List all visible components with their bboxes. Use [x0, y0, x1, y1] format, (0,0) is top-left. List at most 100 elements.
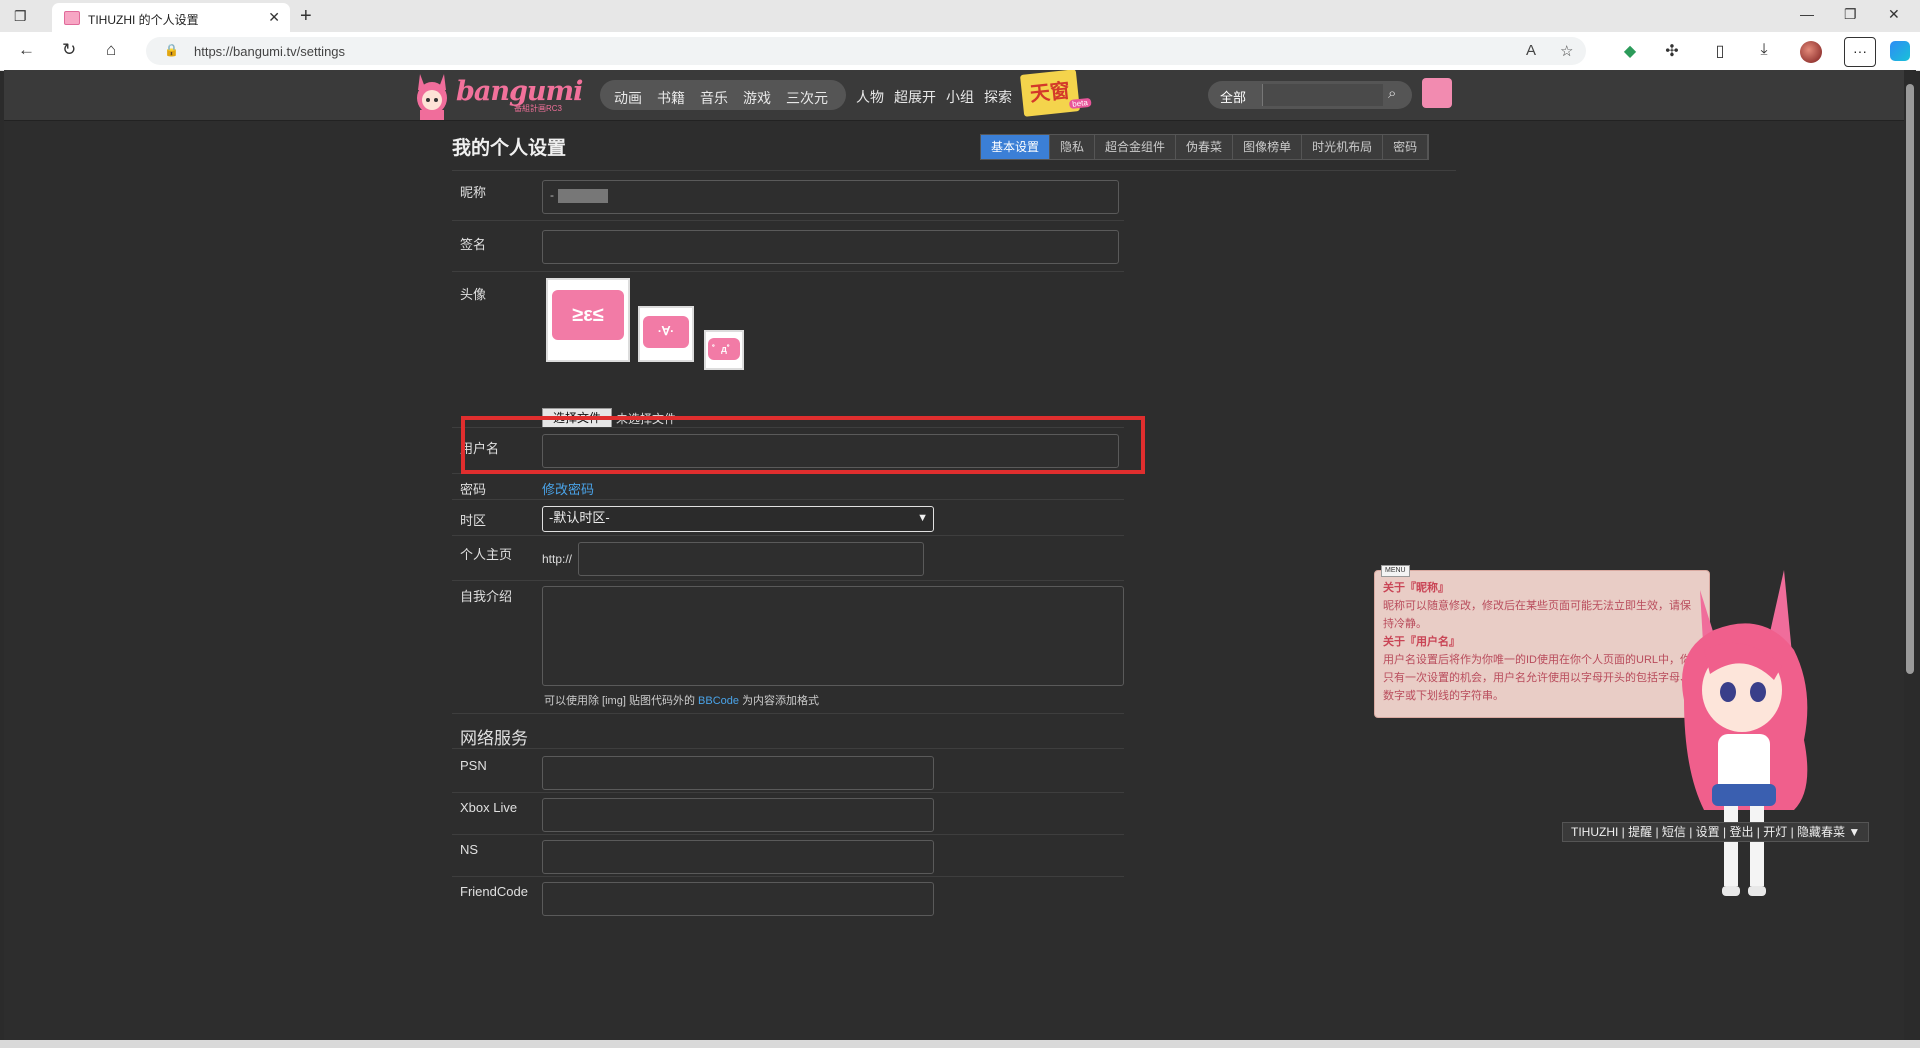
- divider: [452, 876, 1124, 877]
- tianku-badge[interactable]: 天窗 beta: [1019, 70, 1092, 117]
- psn-input[interactable]: [542, 756, 934, 790]
- tab-timeline-layout[interactable]: 时光机布局: [1302, 135, 1384, 159]
- ns-label: NS: [460, 842, 479, 857]
- read-aloud-icon[interactable]: A: [1526, 42, 1536, 59]
- homepage-label: 个人主页: [460, 547, 513, 562]
- back-icon[interactable]: ←: [18, 41, 35, 59]
- minimize-icon[interactable]: —: [1800, 6, 1814, 22]
- divider: [452, 580, 1124, 581]
- balloon-heading-username: 关于『用户名』: [1383, 636, 1460, 648]
- user-bottom-bar[interactable]: TIHUZHI | 提醒 | 短信 | 设置 | 登出 | 开灯 | 隐藏春菜 …: [1562, 822, 1870, 842]
- user-avatar[interactable]: [1422, 78, 1452, 108]
- tab-password[interactable]: 密码: [1383, 135, 1429, 159]
- homepage-prefix: http://: [542, 552, 573, 566]
- tab-privacy[interactable]: 隐私: [1050, 135, 1096, 159]
- nav-category-game[interactable]: 游戏: [743, 88, 771, 108]
- mascot-menu-button[interactable]: MENU: [1381, 565, 1410, 577]
- profile-avatar[interactable]: [1800, 41, 1822, 63]
- url-field[interactable]: 🔒 https://bangumi.tv/settings A ☆: [146, 37, 1586, 65]
- restore-icon[interactable]: ❐: [1844, 6, 1857, 23]
- url-text: https://bangumi.tv/settings: [194, 44, 346, 59]
- new-tab-icon[interactable]: +: [300, 5, 312, 28]
- bbcode-hint: 可以使用除 [img] 贴图代码外的 BBCode 为内容添加格式: [544, 692, 819, 708]
- nav-link-group[interactable]: 小组: [946, 87, 974, 107]
- hint-suffix: 为内容添加格式: [742, 695, 820, 707]
- friendcode-input[interactable]: [542, 882, 934, 916]
- change-password-link[interactable]: 修改密码: [542, 479, 594, 498]
- friendcode-label: FriendCode: [460, 884, 528, 899]
- address-bar: ← ↻ ⌂ 🔒 https://bangumi.tv/settings A ☆ …: [0, 32, 1920, 71]
- nav-link-person[interactable]: 人物: [856, 87, 884, 107]
- search-input[interactable]: [1262, 84, 1383, 106]
- search-category[interactable]: 全部: [1220, 87, 1246, 106]
- divider: [452, 170, 1456, 171]
- bangumi-favicon-icon: [64, 11, 80, 25]
- site-header: bangumi 番組計画RC3 动画 书籍 音乐 游戏 三次元 人物 超展开 小…: [4, 70, 1904, 121]
- status-strip: [0, 1040, 1920, 1048]
- nickname-value: -: [550, 188, 608, 203]
- bangumi-mascot-logo-icon[interactable]: [412, 72, 452, 120]
- sign-input[interactable]: [542, 230, 1119, 264]
- divider: [452, 792, 1124, 793]
- nav-link-rakuen[interactable]: 超展开: [894, 87, 936, 107]
- xbox-label: Xbox Live: [460, 800, 518, 815]
- window-close-icon[interactable]: ✕: [1888, 6, 1900, 23]
- browser-tab-bar: ❐ TIHUZHI 的个人设置 ✕ + — ❐ ✕: [0, 0, 1920, 32]
- balloon-heading-nickname: 关于『昵称』: [1383, 582, 1449, 594]
- search-icon[interactable]: ⌕: [1388, 85, 1396, 102]
- refresh-icon[interactable]: ↻: [62, 41, 76, 59]
- more-menu-icon[interactable]: ···: [1844, 37, 1876, 67]
- tab-close-icon[interactable]: ✕: [268, 9, 280, 26]
- password-label: 密码: [460, 482, 487, 497]
- divider: [452, 271, 1124, 272]
- avatar-medium: ·∀·: [638, 306, 694, 362]
- ukagaka-mascot-icon[interactable]: [1674, 570, 1844, 900]
- tab-title: TIHUZHI 的个人设置: [88, 13, 199, 27]
- network-section-title: 网络服务: [460, 729, 528, 748]
- lock-icon[interactable]: 🔒: [164, 43, 179, 57]
- workspaces-icon[interactable]: ❐: [14, 8, 30, 24]
- nickname-redacted: [558, 188, 608, 203]
- xbox-input[interactable]: [542, 798, 934, 832]
- divider: [452, 713, 1124, 714]
- search-box: 全部 ⌕: [1208, 81, 1412, 109]
- page-content: bangumi 番組計画RC3 动画 书籍 音乐 游戏 三次元 人物 超展开 小…: [4, 70, 1904, 1040]
- scrollbar[interactable]: [1904, 70, 1916, 1040]
- avatar-label: 头像: [460, 287, 487, 302]
- intro-textarea[interactable]: [542, 586, 1124, 686]
- divider: [452, 535, 1124, 536]
- balloon-text: 关于『昵称』 昵称可以随意修改，修改后在某些页面可能无法立即生效，请保持冷静。 …: [1383, 579, 1701, 705]
- ns-input[interactable]: [542, 840, 934, 874]
- psn-label: PSN: [460, 758, 487, 773]
- download-icon[interactable]: ⤓: [1754, 41, 1774, 59]
- copilot-icon[interactable]: [1890, 41, 1910, 61]
- nav-category-anime[interactable]: 动画: [614, 88, 642, 108]
- tab-image-board[interactable]: 图像榜单: [1233, 135, 1303, 159]
- nav-link-explore[interactable]: 探索: [984, 87, 1012, 107]
- category-nav: 动画 书籍 音乐 游戏 三次元: [600, 80, 846, 110]
- browser-tab[interactable]: TIHUZHI 的个人设置 ✕: [52, 3, 290, 32]
- tianku-text: 天窗: [1028, 79, 1072, 107]
- avatar-small: ゜д゜: [704, 330, 744, 370]
- extensions-icon[interactable]: ✣: [1662, 41, 1682, 61]
- nav-category-music[interactable]: 音乐: [700, 88, 728, 108]
- nickname-label: 昵称: [460, 185, 487, 200]
- tab-ukagaka[interactable]: 伪春菜: [1176, 135, 1234, 159]
- timezone-value: -默认时区-: [549, 510, 610, 525]
- nav-category-book[interactable]: 书籍: [657, 88, 685, 108]
- divider: [452, 499, 1124, 500]
- bbcode-link[interactable]: BBCode: [698, 695, 739, 707]
- tab-widgets[interactable]: 超合金组件: [1095, 135, 1177, 159]
- avatar-large: ≥ε≤: [546, 278, 630, 362]
- page-title: 我的个人设置: [452, 138, 567, 159]
- extension-shield-icon[interactable]: ◆: [1620, 41, 1640, 61]
- timezone-select[interactable]: -默认时区- ▼: [542, 506, 934, 532]
- homepage-input[interactable]: [578, 542, 924, 576]
- scrollbar-thumb[interactable]: [1906, 84, 1914, 674]
- tab-basic[interactable]: 基本设置: [981, 135, 1051, 159]
- nav-category-real[interactable]: 三次元: [786, 88, 828, 108]
- split-screen-icon[interactable]: ▯: [1710, 41, 1730, 61]
- favorite-star-icon[interactable]: ☆: [1560, 42, 1573, 60]
- home-icon[interactable]: ⌂: [106, 41, 116, 59]
- nickname-input[interactable]: [542, 180, 1119, 214]
